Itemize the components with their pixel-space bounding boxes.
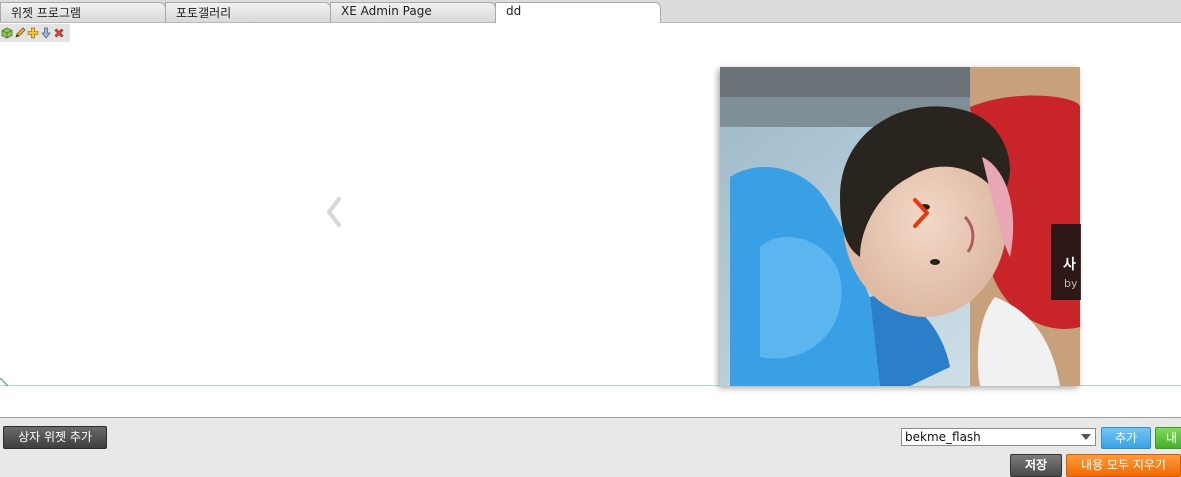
clear-all-button[interactable]: 내용 모두 지우기 [1066, 454, 1181, 477]
edit-pencil-icon[interactable] [14, 27, 26, 39]
slider-photo [720, 67, 1080, 386]
tab-label: 위젯 프로그램 [11, 6, 82, 20]
add-plus-icon[interactable] [27, 27, 39, 39]
slider-prev-arrow-icon[interactable] [322, 194, 348, 230]
tab-widget-program[interactable]: 위젯 프로그램 [0, 2, 166, 22]
move-down-icon[interactable] [40, 27, 52, 39]
photo-caption: 사 by [1051, 224, 1081, 300]
caption-title: 사 [1063, 257, 1076, 273]
child-photo-image [720, 67, 1080, 386]
add-widget-button[interactable]: 추가 [1101, 427, 1151, 449]
slider-next-arrow-icon[interactable] [906, 196, 936, 230]
widget-toolbar [0, 24, 70, 42]
tab-bar: 위젯 프로그램 포토갤러리 XE Admin Page dd [0, 0, 1181, 23]
tab-dd[interactable]: dd [495, 2, 661, 23]
bottom-panel: 상자 위젯 추가 bekme_flash 추가 내 저장 내용 모두 지우기 [0, 417, 1181, 477]
widget-style-icon[interactable] [1, 27, 13, 39]
tab-xe-admin-page[interactable]: XE Admin Page [330, 2, 496, 22]
content-button[interactable]: 내 [1155, 427, 1181, 449]
add-box-widget-button[interactable]: 상자 위젯 추가 [3, 426, 107, 449]
caption-author: by [1064, 277, 1078, 290]
widget-select-value: bekme_flash [905, 430, 981, 444]
tab-label: 포토갤러리 [176, 6, 232, 20]
widget-select[interactable]: bekme_flash [901, 428, 1096, 446]
tab-label: dd [506, 4, 522, 18]
tab-photo-gallery[interactable]: 포토갤러리 [165, 2, 331, 22]
tab-label: XE Admin Page [341, 4, 432, 18]
save-button[interactable]: 저장 [1010, 454, 1062, 477]
chevron-down-icon [1081, 434, 1091, 440]
corner-mark-icon [0, 378, 8, 386]
delete-x-icon[interactable] [53, 27, 65, 39]
